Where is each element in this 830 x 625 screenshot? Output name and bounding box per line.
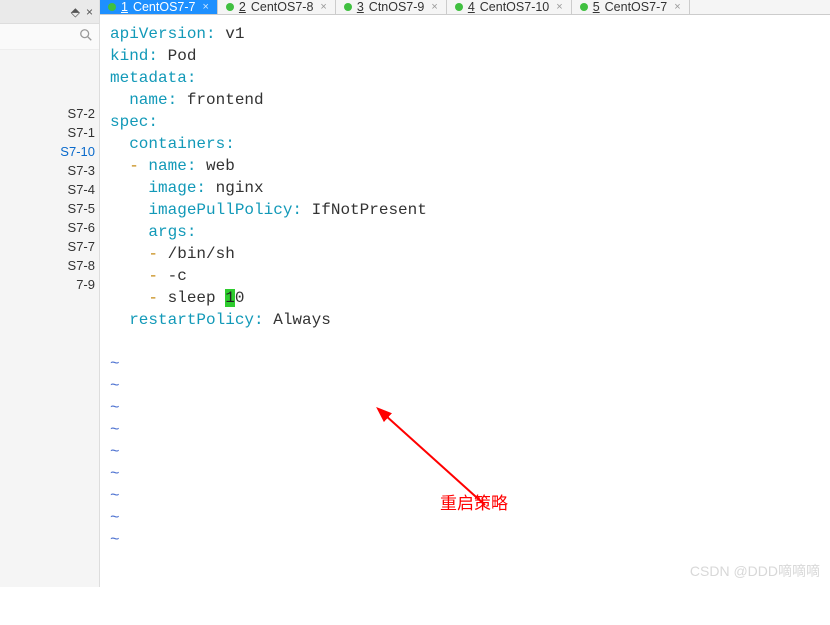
- code-key: image:: [110, 179, 206, 197]
- tilde: ~: [110, 355, 120, 373]
- tab[interactable]: 5 CentOS7-7 ×: [572, 0, 690, 14]
- tilde: ~: [110, 509, 120, 527]
- search-icon[interactable]: [79, 28, 93, 45]
- annotation-text: 重启策略: [440, 493, 508, 515]
- sidebar-item[interactable]: S7-10: [0, 142, 99, 161]
- tilde: ~: [110, 399, 120, 417]
- code-key: apiVersion:: [110, 25, 216, 43]
- code-key: containers:: [110, 135, 235, 153]
- status-dot-icon: [455, 3, 463, 11]
- code-key: name:: [148, 157, 196, 175]
- code-val: -c: [168, 267, 187, 285]
- tab-number: 4: [468, 0, 475, 14]
- sidebar-item[interactable]: S7-1: [0, 123, 99, 142]
- tilde: ~: [110, 377, 120, 395]
- tab-number: 2: [239, 0, 246, 14]
- code-key: spec:: [110, 113, 158, 131]
- search-row: [0, 24, 99, 50]
- status-dot-icon: [226, 3, 234, 11]
- cursor-highlight: 1: [225, 289, 235, 307]
- tab-number: 5: [593, 0, 600, 14]
- code-key: imagePullPolicy:: [110, 201, 302, 219]
- code-val: Pod: [158, 47, 196, 65]
- tab[interactable]: 4 CentOS7-10 ×: [447, 0, 572, 14]
- tilde: ~: [110, 421, 120, 439]
- sidebar-header: ⬘ ×: [0, 0, 99, 24]
- tilde: ~: [110, 443, 120, 461]
- pin-icon[interactable]: ⬘: [71, 5, 80, 19]
- sidebar-item[interactable]: S7-5: [0, 199, 99, 218]
- tab-close-icon[interactable]: ×: [431, 1, 437, 13]
- code-val: nginx: [206, 179, 264, 197]
- code-val: frontend: [177, 91, 263, 109]
- close-icon[interactable]: ×: [86, 5, 93, 19]
- code-val: IfNotPresent: [302, 201, 427, 219]
- code-key: name:: [110, 91, 177, 109]
- sidebar-item[interactable]: S7-3: [0, 161, 99, 180]
- code-val: v1: [216, 25, 245, 43]
- tab-close-icon[interactable]: ×: [556, 1, 562, 13]
- tab-number: 1: [121, 0, 128, 14]
- tab-close-icon[interactable]: ×: [202, 1, 208, 13]
- editor[interactable]: apiVersion: v1 kind: Pod metadata: name:…: [100, 15, 830, 625]
- tab-number: 3: [357, 0, 364, 14]
- code-val: web: [196, 157, 234, 175]
- sidebar-item[interactable]: S7-2: [0, 104, 99, 123]
- tab-label: CentOS7-7: [605, 0, 668, 14]
- watermark: CSDN @DDD嘀嘀嘀: [690, 561, 820, 581]
- code-key: restartPolicy:: [110, 311, 264, 329]
- tab-label: CtnOS7-9: [369, 0, 425, 14]
- sidebar-item[interactable]: S7-6: [0, 218, 99, 237]
- code-val: /bin/sh: [168, 245, 235, 263]
- code-val: sleep: [168, 289, 226, 307]
- sidebar-item[interactable]: S7-8: [0, 256, 99, 275]
- code-key: kind:: [110, 47, 158, 65]
- tilde: ~: [110, 531, 120, 549]
- code-val: Always: [264, 311, 331, 329]
- status-dot-icon: [344, 3, 352, 11]
- main-area: 1 CentOS7-7×2 CentOS7-8×3 CtnOS7-9×4 Cen…: [100, 0, 830, 587]
- tilde: ~: [110, 465, 120, 483]
- code-key: metadata:: [110, 69, 196, 87]
- tab-label: CentOS7-8: [251, 0, 314, 14]
- code-dash: -: [110, 157, 148, 175]
- tab-close-icon[interactable]: ×: [674, 1, 680, 13]
- status-dot-icon: [580, 3, 588, 11]
- session-list: S7-2S7-1S7-10S7-3S7-4S7-5S7-6S7-7S7-87-9: [0, 102, 99, 296]
- tab[interactable]: 1 CentOS7-7 ×: [100, 0, 218, 14]
- code-dash: -: [110, 267, 168, 285]
- code-dash: -: [110, 245, 168, 263]
- sidebar: ⬘ × S7-2S7-1S7-10S7-3S7-4S7-5S7-6S7-7S7-…: [0, 0, 100, 587]
- code-val: 0: [235, 289, 245, 307]
- sidebar-item[interactable]: S7-4: [0, 180, 99, 199]
- tab-close-icon[interactable]: ×: [320, 1, 326, 13]
- sidebar-item[interactable]: S7-7: [0, 237, 99, 256]
- tab[interactable]: 2 CentOS7-8 ×: [218, 0, 336, 14]
- tab-bar: 1 CentOS7-7×2 CentOS7-8×3 CtnOS7-9×4 Cen…: [100, 0, 830, 15]
- code-dash: -: [110, 289, 168, 307]
- tab-label: CentOS7-10: [480, 0, 549, 14]
- tilde: ~: [110, 487, 120, 505]
- code-key: args:: [110, 223, 196, 241]
- tab-label: CentOS7-7: [133, 0, 196, 14]
- tab[interactable]: 3 CtnOS7-9 ×: [336, 0, 447, 14]
- sidebar-item[interactable]: 7-9: [0, 275, 99, 294]
- status-dot-icon: [108, 3, 116, 11]
